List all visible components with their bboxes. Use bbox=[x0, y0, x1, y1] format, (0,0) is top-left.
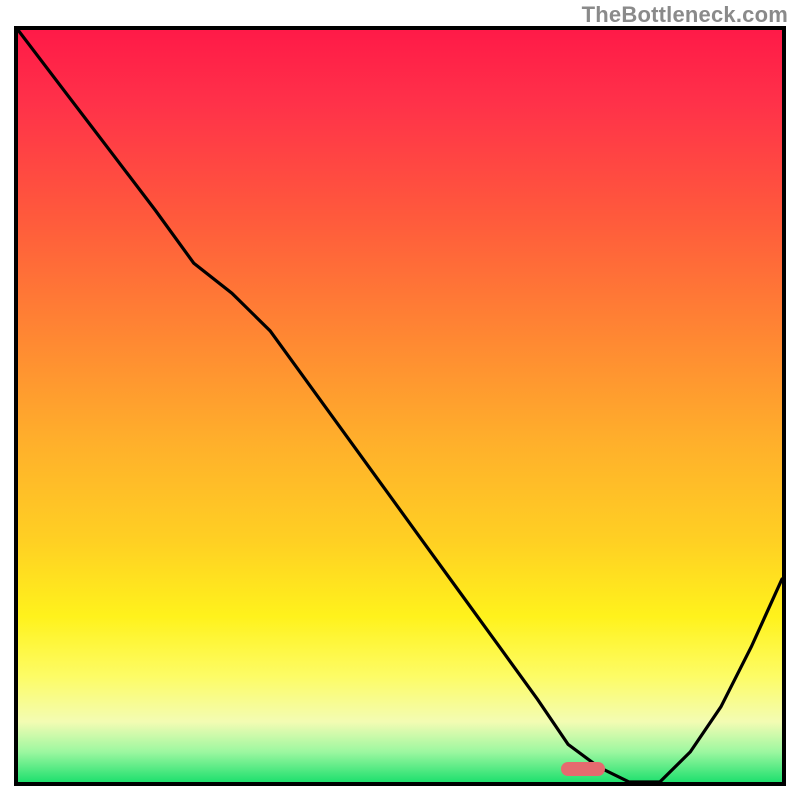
curve-layer bbox=[18, 30, 782, 782]
plot-frame bbox=[14, 26, 786, 786]
bottleneck-curve bbox=[18, 30, 782, 782]
chart-stage: TheBottleneck.com bbox=[0, 0, 800, 800]
watermark-text: TheBottleneck.com bbox=[582, 2, 788, 28]
optimal-marker bbox=[561, 762, 605, 776]
